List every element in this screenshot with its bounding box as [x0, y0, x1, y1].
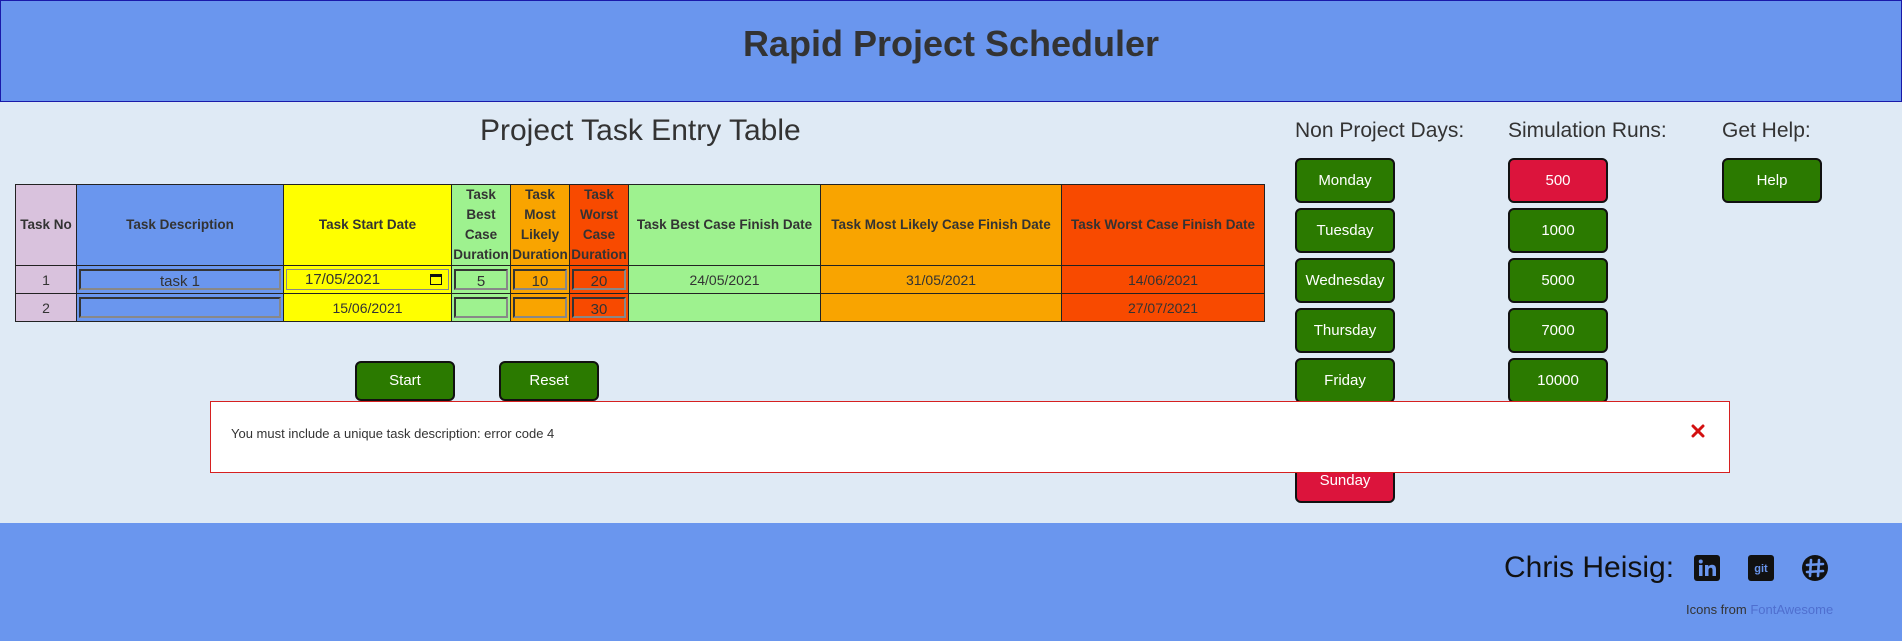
likely-duration-cell	[510, 293, 570, 322]
runs-button-500[interactable]: 500	[1508, 158, 1608, 203]
day-button-thursday[interactable]: Thursday	[1295, 308, 1395, 353]
error-message: You must include a unique task descripti…	[231, 426, 555, 441]
worst-duration-cell: 20	[569, 265, 629, 294]
linkedin-icon[interactable]	[1694, 555, 1720, 581]
header-task-description: Task Description	[76, 184, 284, 266]
runs-button-5000[interactable]: 5000	[1508, 258, 1608, 303]
icon-credit: Icons from FontAwesome	[1686, 602, 1833, 617]
table-row: 1 task 1 17/05/2021 5 10 20 24/05/2021 3…	[15, 265, 1265, 294]
worst-duration-input[interactable]: 30	[572, 297, 626, 318]
task-entry-table: Task No Task Description Task Start Date…	[15, 184, 1265, 322]
help-button[interactable]: Help	[1722, 158, 1822, 203]
task-description-input[interactable]: task 1	[79, 269, 281, 290]
best-duration-input[interactable]	[454, 297, 508, 318]
credit-prefix: Icons from	[1686, 602, 1747, 617]
day-button-friday[interactable]: Friday	[1295, 358, 1395, 403]
worst-finish-cell: 14/06/2021	[1061, 265, 1265, 294]
runs-button-7000[interactable]: 7000	[1508, 308, 1608, 353]
task-no-cell: 2	[15, 293, 77, 322]
header-best-finish: Task Best Case Finish Date	[628, 184, 821, 266]
calendar-icon[interactable]	[430, 274, 442, 285]
likely-finish-cell	[820, 293, 1062, 322]
app-footer: Chris Heisig: git Icons from FontAwesome	[0, 523, 1902, 641]
likely-duration-input[interactable]: 10	[513, 269, 567, 290]
start-button[interactable]: Start	[355, 361, 455, 401]
header-task-no: Task No	[15, 184, 77, 266]
likely-duration-input[interactable]	[513, 297, 567, 318]
best-finish-cell: 24/05/2021	[628, 265, 821, 294]
table-title: Project Task Entry Table	[480, 114, 801, 147]
slack-icon[interactable]	[1802, 555, 1828, 581]
non-project-days-title: Non Project Days:	[1295, 119, 1465, 142]
best-duration-input[interactable]: 5	[454, 269, 508, 290]
day-button-tuesday[interactable]: Tuesday	[1295, 208, 1395, 253]
error-alert: You must include a unique task descripti…	[210, 401, 1730, 473]
table-header-row: Task No Task Description Task Start Date…	[15, 184, 1265, 266]
start-date-input[interactable]: 17/05/2021	[286, 269, 449, 290]
close-icon[interactable]	[1691, 424, 1705, 438]
day-button-monday[interactable]: Monday	[1295, 158, 1395, 203]
app-title: Rapid Project Scheduler	[742, 23, 1160, 64]
likely-duration-cell: 10	[510, 265, 570, 294]
worst-finish-cell: 27/07/2021	[1061, 293, 1265, 322]
header-start-date: Task Start Date	[283, 184, 452, 266]
header-likely-duration: Task Most Likely Duration	[510, 184, 570, 266]
runs-button-1000[interactable]: 1000	[1508, 208, 1608, 253]
start-date-cell: 15/06/2021	[283, 293, 452, 322]
task-description-input[interactable]	[79, 297, 281, 318]
table-row: 2 15/06/2021 30 27/07/2021	[15, 293, 1265, 322]
day-button-wednesday[interactable]: Wednesday	[1295, 258, 1395, 303]
git-icon[interactable]: git	[1748, 555, 1774, 581]
start-date-cell: 17/05/2021	[283, 265, 452, 294]
reset-button[interactable]: Reset	[499, 361, 599, 401]
worst-duration-cell: 30	[569, 293, 629, 322]
runs-button-10000[interactable]: 10000	[1508, 358, 1608, 403]
header-best-duration: Task Best Case Duration	[451, 184, 511, 266]
best-finish-cell	[628, 293, 821, 322]
simulation-runs-title: Simulation Runs:	[1508, 119, 1667, 142]
header-likely-finish: Task Most Likely Case Finish Date	[820, 184, 1062, 266]
svg-text:git: git	[1754, 563, 1768, 575]
start-date-value: 17/05/2021	[305, 271, 381, 288]
task-description-cell: task 1	[76, 265, 284, 294]
header-worst-finish: Task Worst Case Finish Date	[1061, 184, 1265, 266]
best-duration-cell: 5	[451, 265, 511, 294]
likely-finish-cell: 31/05/2021	[820, 265, 1062, 294]
best-duration-cell	[451, 293, 511, 322]
task-no-cell: 1	[15, 265, 77, 294]
task-description-cell	[76, 293, 284, 322]
fontawesome-link[interactable]: FontAwesome	[1750, 602, 1833, 617]
worst-duration-input[interactable]: 20	[572, 269, 626, 290]
get-help-title: Get Help:	[1722, 119, 1811, 142]
author-name: Chris Heisig:	[1504, 551, 1675, 584]
header-worst-duration: Task Worst Case Duration	[569, 184, 629, 266]
app-header: Rapid Project Scheduler	[0, 0, 1902, 102]
